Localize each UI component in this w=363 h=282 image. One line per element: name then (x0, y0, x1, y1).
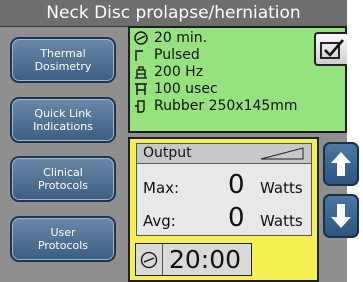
mode-row: Pulsed (134, 47, 200, 63)
avg-unit: Watts (260, 212, 303, 230)
device-screen: Neck Disc prolapse/herniation Thermal Do… (0, 0, 347, 282)
right-margin (347, 0, 363, 282)
applicator-value: Rubber 250x145mm (154, 98, 298, 114)
avg-output-row: Avg: 0 Watts (143, 204, 313, 232)
duration-value: 20 min. (154, 30, 208, 46)
frequency-row: 200 Hz (134, 64, 203, 80)
timer-value: 20:00 (169, 245, 242, 274)
applicator-row: Rubber 250x145mm (134, 98, 298, 114)
duration-row: 20 min. (134, 30, 207, 46)
checkbox-check-icon (320, 39, 344, 59)
increase-output-button[interactable] (323, 142, 359, 186)
pulse-mode-icon (135, 50, 143, 61)
thermal-dosimetry-button[interactable]: Thermal Dosimetry (10, 37, 116, 83)
avg-label: Avg: (143, 212, 176, 230)
clock-icon-holder (136, 244, 163, 275)
arrow-down-icon (331, 204, 351, 228)
clinical-protocols-button[interactable]: Clinical Protocols (10, 156, 116, 202)
applicator-icon (135, 100, 145, 113)
decrease-output-button[interactable] (323, 194, 359, 238)
output-display: Output Max: 0 Watts Avg: 0 Watts (136, 143, 312, 236)
arrow-up-icon (331, 152, 351, 176)
max-output-row: Max: 0 Watts (143, 171, 313, 199)
user-protocols-button[interactable]: User Protocols (10, 216, 116, 262)
output-panel: Output Max: 0 Watts Avg: 0 Watts 20:00 (128, 137, 319, 282)
avg-value: 0 (228, 203, 245, 233)
quick-link-indications-button[interactable]: Quick Link Indications (10, 97, 116, 143)
page-title: Neck Disc prolapse/herniation (0, 0, 347, 27)
timer-icon (134, 31, 148, 45)
treatment-timer[interactable]: 20:00 (135, 243, 252, 276)
confirm-settings-button[interactable] (314, 32, 347, 66)
output-header-label: Output (143, 145, 192, 161)
max-label: Max: (143, 179, 180, 197)
pulse-width-icon (135, 83, 147, 95)
pulse-width-row: 100 usec (134, 81, 218, 97)
frequency-value: 200 Hz (154, 64, 204, 80)
output-header: Output (137, 144, 311, 164)
pulse-width-value: 100 usec (154, 81, 218, 97)
max-value: 0 (228, 170, 245, 200)
treatment-settings-panel[interactable]: 20 min. Pulsed 200 Hz 100 usec Rubber 25… (128, 26, 347, 133)
mode-value: Pulsed (154, 47, 200, 63)
power-ramp-icon (260, 147, 304, 160)
clock-icon (140, 251, 158, 268)
max-unit: Watts (260, 179, 303, 197)
frequency-icon (135, 66, 147, 79)
